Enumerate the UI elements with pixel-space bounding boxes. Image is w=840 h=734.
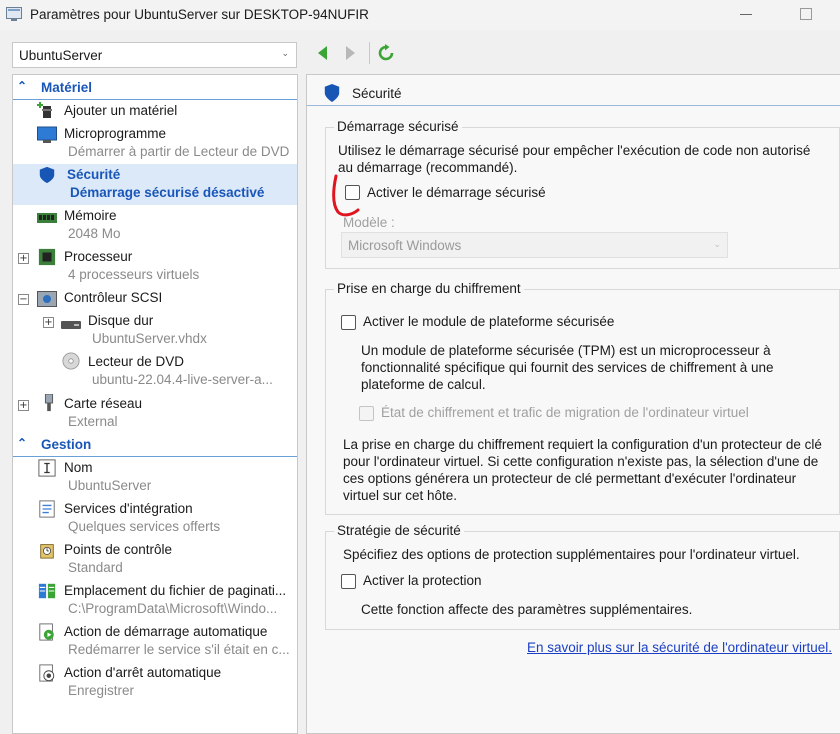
secure-boot-group: Démarrage sécurisé Utilisez le démarrage… bbox=[325, 119, 840, 269]
shielding-note: Cette fonction affecte des paramètres su… bbox=[361, 602, 693, 617]
paging-file-icon bbox=[38, 583, 56, 599]
panel-header: Sécurité bbox=[307, 75, 840, 106]
encryption-state-label: État de chiffrement et trafic de migrati… bbox=[381, 405, 749, 420]
tpm-description: Un module de plateforme sécurisée (TPM) … bbox=[361, 343, 774, 392]
back-arrow-icon[interactable] bbox=[314, 44, 332, 62]
tpm-checkbox[interactable] bbox=[341, 315, 356, 330]
chevron-down-icon: ⌄ bbox=[713, 239, 721, 249]
red-annotation-mark bbox=[332, 174, 360, 217]
network-adapter-icon bbox=[44, 394, 54, 412]
window-title: Paramètres pour UbuntuServer sur DESKTOP… bbox=[30, 7, 369, 22]
auto-start-icon bbox=[39, 623, 54, 641]
sidebar-item-security[interactable]: Sécurité Démarrage sécurisé désactivé bbox=[13, 164, 297, 205]
chevron-down-icon: ⌄ bbox=[281, 48, 289, 58]
memory-icon bbox=[37, 213, 57, 223]
shielding-checkbox[interactable] bbox=[341, 574, 356, 589]
collapse-icon: ⌃ bbox=[17, 79, 28, 93]
template-dropdown-value: Microsoft Windows bbox=[348, 238, 462, 253]
sidebar-item-memory[interactable]: Mémoire 2048 Mo bbox=[13, 205, 297, 246]
forward-arrow-icon[interactable] bbox=[341, 44, 359, 62]
secure-boot-checkbox-label[interactable]: Activer le démarrage sécurisé bbox=[367, 184, 546, 201]
tpm-checkbox-label[interactable]: Activer le module de plateforme sécurisé… bbox=[363, 313, 614, 330]
title-bar: Paramètres pour UbuntuServer sur DESKTOP… bbox=[0, 0, 840, 30]
shield-icon bbox=[39, 166, 55, 184]
section-hardware[interactable]: ⌃ Matériel bbox=[13, 77, 297, 100]
sidebar-item-processor[interactable]: + Processeur 4 processeurs virtuels bbox=[13, 246, 297, 287]
sidebar-item-automatic-stop-action[interactable]: Action d'arrêt automatique Enregistrer bbox=[13, 662, 297, 703]
security-policy-group-title: Stratégie de sécurité bbox=[334, 523, 464, 538]
checkpoint-icon bbox=[40, 544, 54, 559]
encryption-support-group: Prise en charge du chiffrement Activer l… bbox=[325, 281, 840, 515]
security-settings-panel: Sécurité Démarrage sécurisé Utilisez le … bbox=[306, 74, 840, 734]
encryption-note: La prise en charge du chiffrement requie… bbox=[343, 437, 822, 503]
sidebar-item-name[interactable]: Nom UbuntuServer bbox=[13, 457, 297, 498]
vm-selector[interactable]: UbuntuServer ⌄ bbox=[12, 42, 297, 68]
secure-boot-group-title: Démarrage sécurisé bbox=[334, 119, 462, 134]
sidebar-item-firmware[interactable]: Microprogramme Démarrer à partir de Lect… bbox=[13, 123, 297, 164]
name-field-icon bbox=[38, 459, 56, 477]
expand-icon[interactable]: + bbox=[18, 400, 29, 411]
minimize-button[interactable] bbox=[740, 14, 752, 15]
learn-more-link[interactable]: En savoir plus sur la sécurité de l'ordi… bbox=[527, 640, 832, 655]
add-hardware-icon bbox=[37, 102, 52, 118]
dvd-disc-icon bbox=[62, 352, 80, 370]
processor-icon bbox=[38, 248, 56, 266]
security-policy-group: Stratégie de sécurité Spécifiez des opti… bbox=[325, 523, 840, 630]
integration-services-icon bbox=[39, 500, 55, 518]
expand-icon[interactable]: + bbox=[18, 253, 29, 264]
refresh-icon[interactable] bbox=[377, 44, 395, 62]
sidebar-item-hard-disk[interactable]: + Disque dur UbuntuServer.vhdx bbox=[13, 310, 297, 351]
settings-tree: ⌃ Matériel Ajouter un matériel Microprog… bbox=[12, 74, 298, 734]
firmware-icon bbox=[37, 126, 57, 143]
expand-icon[interactable]: + bbox=[43, 317, 54, 328]
scsi-controller-icon bbox=[37, 291, 57, 307]
auto-stop-icon bbox=[39, 664, 55, 682]
template-dropdown[interactable]: Microsoft Windows ⌄ bbox=[341, 232, 728, 258]
toolbar-separator bbox=[369, 42, 370, 64]
section-management[interactable]: ⌃ Gestion bbox=[13, 434, 297, 457]
shielding-checkbox-label[interactable]: Activer la protection bbox=[363, 572, 482, 589]
encryption-group-title: Prise en charge du chiffrement bbox=[334, 281, 524, 296]
sidebar-item-integration-services[interactable]: Services d'intégration Quelques services… bbox=[13, 498, 297, 539]
maximize-button[interactable] bbox=[800, 8, 812, 20]
panel-title: Sécurité bbox=[352, 86, 402, 101]
sidebar-item-dvd-drive[interactable]: Lecteur de DVD ubuntu-22.04.4-live-serve… bbox=[13, 351, 297, 392]
security-policy-description: Spécifiez des options de protection supp… bbox=[343, 547, 800, 562]
hard-disk-icon bbox=[61, 321, 81, 329]
sidebar-item-paging-file-location[interactable]: Emplacement du fichier de paginati... C:… bbox=[13, 580, 297, 621]
sidebar-item-network-adapter[interactable]: + Carte réseau External bbox=[13, 393, 297, 434]
vm-selector-value: UbuntuServer bbox=[19, 48, 103, 63]
secure-boot-description: Utilisez le démarrage sécurisé pour empê… bbox=[338, 143, 811, 175]
collapse-icon: ⌃ bbox=[17, 436, 28, 450]
collapse-icon[interactable]: − bbox=[18, 294, 29, 305]
sidebar-item-automatic-start-action[interactable]: Action de démarrage automatique Redémarr… bbox=[13, 621, 297, 662]
settings-window-icon bbox=[6, 7, 22, 21]
encryption-state-checkbox[interactable] bbox=[359, 406, 374, 421]
shield-icon bbox=[324, 84, 340, 102]
sidebar-item-checkpoints[interactable]: Points de contrôle Standard bbox=[13, 539, 297, 580]
